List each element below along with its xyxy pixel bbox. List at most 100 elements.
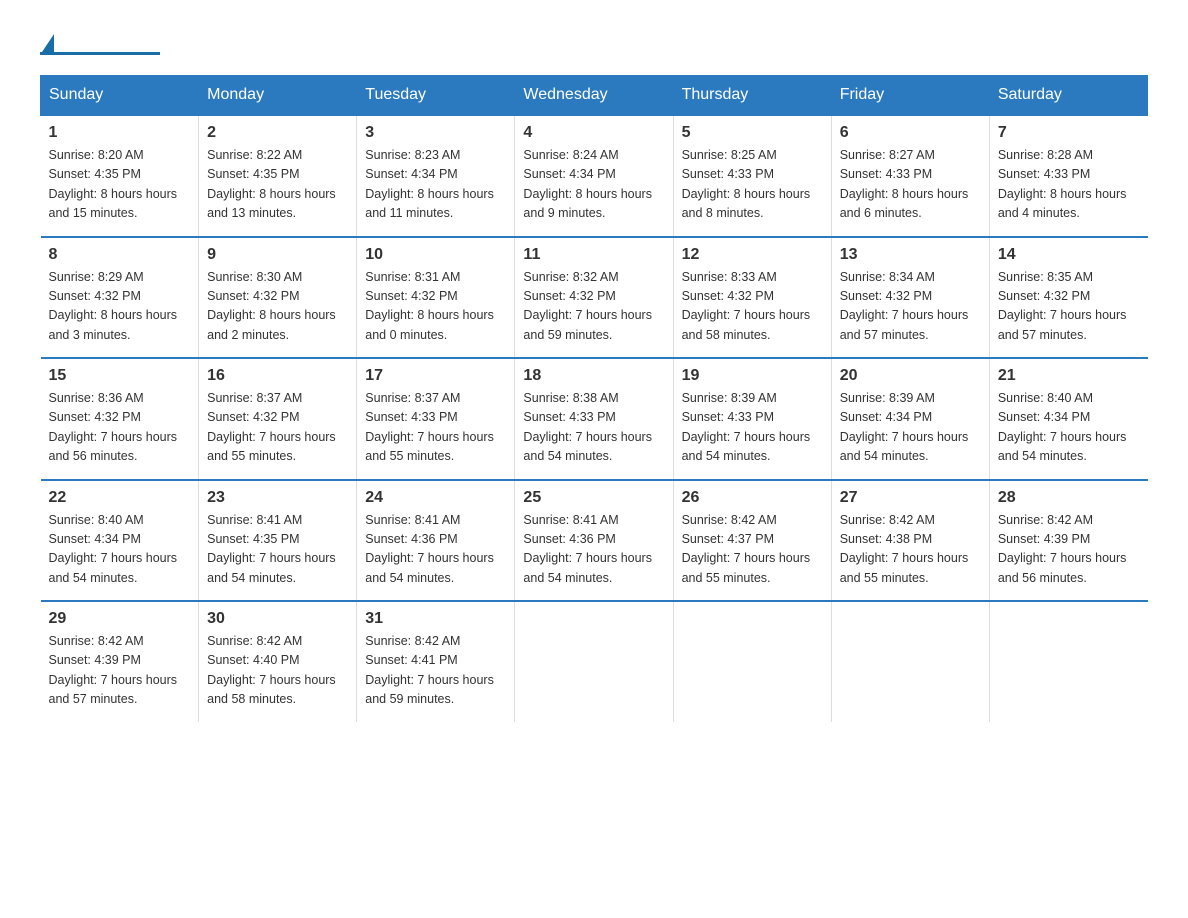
calendar-cell: 19 Sunrise: 8:39 AMSunset: 4:33 PMDaylig… [673,358,831,480]
calendar-cell: 1 Sunrise: 8:20 AMSunset: 4:35 PMDayligh… [41,115,199,237]
weekday-header-wednesday: Wednesday [515,76,673,116]
calendar-cell: 13 Sunrise: 8:34 AMSunset: 4:32 PMDaylig… [831,237,989,359]
day-info: Sunrise: 8:37 AMSunset: 4:32 PMDaylight:… [207,389,348,467]
calendar-cell: 25 Sunrise: 8:41 AMSunset: 4:36 PMDaylig… [515,480,673,602]
day-info: Sunrise: 8:32 AMSunset: 4:32 PMDaylight:… [523,268,664,346]
day-info: Sunrise: 8:33 AMSunset: 4:32 PMDaylight:… [682,268,823,346]
day-info: Sunrise: 8:40 AMSunset: 4:34 PMDaylight:… [49,511,191,589]
weekday-header-friday: Friday [831,76,989,116]
weekday-header-thursday: Thursday [673,76,831,116]
logo-triangle-icon [42,34,54,52]
day-number: 14 [998,246,1140,264]
day-number: 19 [682,367,823,385]
day-number: 29 [49,610,191,628]
day-number: 12 [682,246,823,264]
calendar-cell: 16 Sunrise: 8:37 AMSunset: 4:32 PMDaylig… [199,358,357,480]
day-info: Sunrise: 8:28 AMSunset: 4:33 PMDaylight:… [998,146,1140,224]
calendar-cell: 24 Sunrise: 8:41 AMSunset: 4:36 PMDaylig… [357,480,515,602]
day-number: 21 [998,367,1140,385]
calendar-cell: 18 Sunrise: 8:38 AMSunset: 4:33 PMDaylig… [515,358,673,480]
weekday-header-monday: Monday [199,76,357,116]
day-number: 9 [207,246,348,264]
day-number: 7 [998,124,1140,142]
day-info: Sunrise: 8:35 AMSunset: 4:32 PMDaylight:… [998,268,1140,346]
day-number: 8 [49,246,191,264]
calendar-cell: 7 Sunrise: 8:28 AMSunset: 4:33 PMDayligh… [989,115,1147,237]
calendar-week-row: 22 Sunrise: 8:40 AMSunset: 4:34 PMDaylig… [41,480,1148,602]
day-info: Sunrise: 8:41 AMSunset: 4:35 PMDaylight:… [207,511,348,589]
calendar-cell: 9 Sunrise: 8:30 AMSunset: 4:32 PMDayligh… [199,237,357,359]
day-number: 25 [523,489,664,507]
day-number: 22 [49,489,191,507]
day-info: Sunrise: 8:38 AMSunset: 4:33 PMDaylight:… [523,389,664,467]
day-number: 16 [207,367,348,385]
day-number: 13 [840,246,981,264]
day-info: Sunrise: 8:23 AMSunset: 4:34 PMDaylight:… [365,146,506,224]
day-info: Sunrise: 8:39 AMSunset: 4:33 PMDaylight:… [682,389,823,467]
day-number: 30 [207,610,348,628]
day-number: 6 [840,124,981,142]
calendar-cell: 10 Sunrise: 8:31 AMSunset: 4:32 PMDaylig… [357,237,515,359]
day-info: Sunrise: 8:42 AMSunset: 4:38 PMDaylight:… [840,511,981,589]
calendar-cell: 3 Sunrise: 8:23 AMSunset: 4:34 PMDayligh… [357,115,515,237]
day-info: Sunrise: 8:42 AMSunset: 4:41 PMDaylight:… [365,632,506,710]
day-info: Sunrise: 8:42 AMSunset: 4:40 PMDaylight:… [207,632,348,710]
day-info: Sunrise: 8:24 AMSunset: 4:34 PMDaylight:… [523,146,664,224]
calendar-cell: 28 Sunrise: 8:42 AMSunset: 4:39 PMDaylig… [989,480,1147,602]
day-number: 17 [365,367,506,385]
logo-underline [40,52,160,55]
calendar-cell: 12 Sunrise: 8:33 AMSunset: 4:32 PMDaylig… [673,237,831,359]
day-number: 11 [523,246,664,264]
day-number: 1 [49,124,191,142]
calendar-cell: 21 Sunrise: 8:40 AMSunset: 4:34 PMDaylig… [989,358,1147,480]
logo [40,30,160,55]
day-info: Sunrise: 8:36 AMSunset: 4:32 PMDaylight:… [49,389,191,467]
calendar-week-row: 15 Sunrise: 8:36 AMSunset: 4:32 PMDaylig… [41,358,1148,480]
day-number: 15 [49,367,191,385]
day-info: Sunrise: 8:39 AMSunset: 4:34 PMDaylight:… [840,389,981,467]
day-info: Sunrise: 8:31 AMSunset: 4:32 PMDaylight:… [365,268,506,346]
day-number: 31 [365,610,506,628]
calendar-cell: 5 Sunrise: 8:25 AMSunset: 4:33 PMDayligh… [673,115,831,237]
day-number: 23 [207,489,348,507]
day-info: Sunrise: 8:42 AMSunset: 4:39 PMDaylight:… [998,511,1140,589]
weekday-header-sunday: Sunday [41,76,199,116]
calendar-cell: 30 Sunrise: 8:42 AMSunset: 4:40 PMDaylig… [199,601,357,722]
calendar-cell: 23 Sunrise: 8:41 AMSunset: 4:35 PMDaylig… [199,480,357,602]
calendar-cell: 26 Sunrise: 8:42 AMSunset: 4:37 PMDaylig… [673,480,831,602]
day-info: Sunrise: 8:22 AMSunset: 4:35 PMDaylight:… [207,146,348,224]
calendar-cell: 15 Sunrise: 8:36 AMSunset: 4:32 PMDaylig… [41,358,199,480]
day-number: 28 [998,489,1140,507]
calendar-cell: 20 Sunrise: 8:39 AMSunset: 4:34 PMDaylig… [831,358,989,480]
calendar-cell [989,601,1147,722]
day-number: 4 [523,124,664,142]
calendar-week-row: 8 Sunrise: 8:29 AMSunset: 4:32 PMDayligh… [41,237,1148,359]
calendar-week-row: 29 Sunrise: 8:42 AMSunset: 4:39 PMDaylig… [41,601,1148,722]
calendar-cell: 4 Sunrise: 8:24 AMSunset: 4:34 PMDayligh… [515,115,673,237]
calendar-cell: 22 Sunrise: 8:40 AMSunset: 4:34 PMDaylig… [41,480,199,602]
calendar-header: SundayMondayTuesdayWednesdayThursdayFrid… [41,76,1148,116]
day-number: 5 [682,124,823,142]
day-info: Sunrise: 8:25 AMSunset: 4:33 PMDaylight:… [682,146,823,224]
page-header [40,30,1148,55]
day-number: 20 [840,367,981,385]
day-info: Sunrise: 8:41 AMSunset: 4:36 PMDaylight:… [523,511,664,589]
weekday-header-saturday: Saturday [989,76,1147,116]
calendar-week-row: 1 Sunrise: 8:20 AMSunset: 4:35 PMDayligh… [41,115,1148,237]
calendar-body: 1 Sunrise: 8:20 AMSunset: 4:35 PMDayligh… [41,115,1148,722]
weekday-header-tuesday: Tuesday [357,76,515,116]
calendar-cell: 17 Sunrise: 8:37 AMSunset: 4:33 PMDaylig… [357,358,515,480]
day-info: Sunrise: 8:34 AMSunset: 4:32 PMDaylight:… [840,268,981,346]
calendar-cell: 11 Sunrise: 8:32 AMSunset: 4:32 PMDaylig… [515,237,673,359]
calendar-cell [831,601,989,722]
day-info: Sunrise: 8:40 AMSunset: 4:34 PMDaylight:… [998,389,1140,467]
calendar-cell [515,601,673,722]
calendar-cell: 31 Sunrise: 8:42 AMSunset: 4:41 PMDaylig… [357,601,515,722]
day-number: 10 [365,246,506,264]
calendar-table: SundayMondayTuesdayWednesdayThursdayFrid… [40,75,1148,722]
calendar-cell: 6 Sunrise: 8:27 AMSunset: 4:33 PMDayligh… [831,115,989,237]
day-number: 27 [840,489,981,507]
calendar-cell: 14 Sunrise: 8:35 AMSunset: 4:32 PMDaylig… [989,237,1147,359]
day-number: 26 [682,489,823,507]
day-info: Sunrise: 8:27 AMSunset: 4:33 PMDaylight:… [840,146,981,224]
